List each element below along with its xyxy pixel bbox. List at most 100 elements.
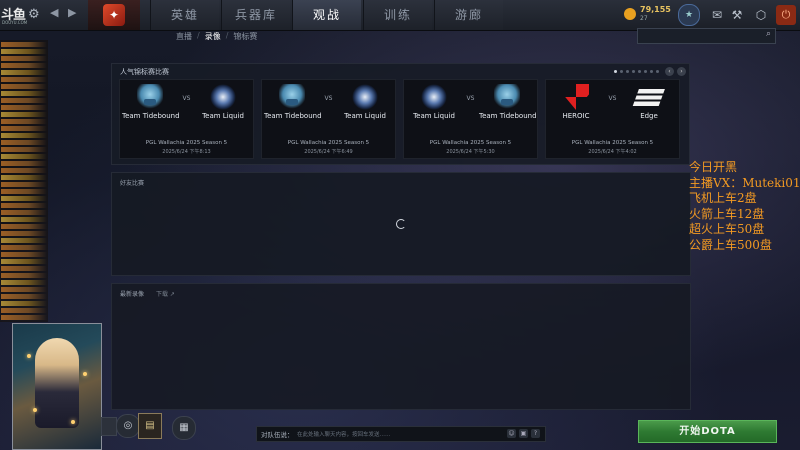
party-slot[interactable] <box>101 417 117 436</box>
team-left: Team Tidebound <box>122 84 180 120</box>
subnav-sep: / <box>197 31 200 40</box>
subnav-live[interactable]: 直播 <box>176 31 192 47</box>
panel-label: 最新录像 <box>120 291 145 298</box>
team-name: Team Tidebound <box>122 112 180 120</box>
top-bar: 斗鱼 DOUYU.COM ⚙ ◀ ▶ ✦ 英雄 兵器库 观战 训练 游廊 79,… <box>0 0 800 31</box>
tab-watch[interactable]: 观战 <box>292 0 361 30</box>
hex-icon[interactable]: ⬡ <box>752 6 770 24</box>
stream-chat-overlay <box>0 40 48 322</box>
team-name: Edge <box>640 112 658 120</box>
tab-armory[interactable]: 兵器库 <box>221 0 290 30</box>
team-right: Team Tidebound <box>479 84 537 120</box>
main-tabs: 英雄 兵器库 观战 训练 游廊 <box>150 0 505 30</box>
dota-logo-icon: ✦ <box>103 4 125 26</box>
carousel-prev-button[interactable]: ‹ <box>665 67 674 76</box>
match-card[interactable]: HEROIC VS Edge PGL Wallachia 2025 Season… <box>545 79 680 159</box>
match-date: 2025/6/24 下午8:13 <box>162 149 211 155</box>
team-name: Team Liquid <box>202 112 244 120</box>
recent-replays-panel: 最新录像 下载 ↗ <box>111 283 691 410</box>
shards-counter[interactable]: 79,155 27 <box>624 4 672 26</box>
match-card[interactable]: Team Liquid VS Team Tidebound PGL Wallac… <box>403 79 538 159</box>
team-name: Team Liquid <box>344 112 386 120</box>
tab-heroes[interactable]: 英雄 <box>150 0 219 30</box>
team-name: HEROIC <box>562 112 590 120</box>
overlay-line: 火箭上车12盘 <box>689 206 765 221</box>
chat-bar: 对队伍说： 在此处输入聊天内容，按回车发送…… ☺ ▣ ? <box>256 426 546 442</box>
league-name: PGL Wallachia 2025 Season 5 <box>145 140 228 146</box>
gear-icon[interactable]: ⚙ <box>28 7 40 22</box>
league-name: PGL Wallachia 2025 Season 5 <box>571 140 654 146</box>
stream-overlay-text: 今日开黑 主播VX：Muteki01 飞机上车2盘 火箭上车12盘 超火上车50… <box>689 160 800 253</box>
team-tidebound-logo-icon <box>279 84 305 110</box>
back-arrow-icon[interactable]: ◀ <box>50 6 58 19</box>
tab-learn[interactable]: 训练 <box>363 0 432 30</box>
subnav-replays[interactable]: 录像 <box>205 31 221 47</box>
team-right: Team Liquid <box>195 84 251 120</box>
download-link[interactable]: 下载 ↗ <box>156 289 175 298</box>
team-left: Team Tidebound <box>264 84 322 120</box>
chat-input[interactable]: 在此处输入聊天内容，按回车发送…… <box>297 430 391 438</box>
chat-channel-label: 对队伍说： <box>261 431 294 439</box>
streamer-avatar-card <box>12 323 102 450</box>
team-liquid-logo-icon <box>352 84 378 110</box>
subnav-sep: / <box>225 31 229 40</box>
shards-value: 79,155 <box>640 5 671 14</box>
search-input[interactable]: ⌕ <box>637 28 776 44</box>
match-card[interactable]: Team Tidebound VS Team Liquid PGL Wallac… <box>119 79 254 159</box>
overlay-line: 飞机上车2盘 <box>689 191 757 205</box>
battle-pass-icon[interactable]: ▤ <box>138 413 162 439</box>
image-icon[interactable]: ▣ <box>519 429 528 438</box>
league-name: PGL Wallachia 2025 Season 5 <box>429 140 512 146</box>
carousel-pager <box>611 70 659 73</box>
mail-icon[interactable]: ✉ <box>708 6 726 24</box>
power-icon[interactable]: ⏻ <box>776 5 796 25</box>
forward-arrow-icon[interactable]: ▶ <box>68 6 76 19</box>
carousel-next-button[interactable]: › <box>677 67 686 76</box>
swirl-icon[interactable]: ◎ <box>116 414 140 438</box>
team-left: Team Liquid <box>406 84 462 120</box>
subnav-tournaments[interactable]: 锦标赛 <box>233 31 257 47</box>
watch-subnav: 直播 / 录像 / 锦标赛 <box>176 31 262 47</box>
help-icon[interactable]: ? <box>531 429 540 438</box>
vs-label: VS <box>608 95 617 102</box>
friends-games-panel: 好友比赛 <box>111 172 691 276</box>
vs-label: VS <box>324 95 333 102</box>
play-dota-button[interactable]: 开始DOTA <box>638 420 777 443</box>
team-tidebound-logo-icon <box>137 84 163 110</box>
douyu-logo-sub: DOUYU.COM <box>2 20 28 25</box>
overlay-line: 主播VX：Muteki01 <box>689 175 800 190</box>
douyu-watermark: 斗鱼 DOUYU.COM <box>0 2 30 28</box>
overlay-line: 超火上车50盘 <box>689 222 765 236</box>
chat-channel-icon[interactable]: ▦ <box>172 416 196 440</box>
match-date: 2025/6/24 下午5:30 <box>446 149 495 155</box>
emoji-icon[interactable]: ☺ <box>507 429 516 438</box>
team-name: Team Liquid <box>413 112 455 120</box>
match-date: 2025/6/24 下午4:02 <box>588 149 637 155</box>
team-tidebound-logo-icon <box>494 84 520 110</box>
overlay-line: 今日开黑 <box>689 160 738 174</box>
match-card[interactable]: Team Tidebound VS Team Liquid PGL Wallac… <box>261 79 396 159</box>
tools-icon[interactable]: ⚒ <box>728 6 746 24</box>
shards-sub: 27 <box>640 15 648 22</box>
featured-title: 人气锦标赛比赛 <box>120 68 169 76</box>
team-left: HEROIC <box>548 84 604 120</box>
team-right: Edge <box>621 84 677 120</box>
anime-character-image <box>35 338 79 428</box>
dota-home-button[interactable]: ✦ <box>88 0 140 30</box>
team-name: Team Tidebound <box>479 112 537 120</box>
overlay-line: 公爵上车500盘 <box>689 237 772 252</box>
vs-label: VS <box>466 95 475 102</box>
search-icon[interactable]: ⌕ <box>766 29 771 39</box>
vs-label: VS <box>182 95 191 102</box>
team-liquid-logo-icon <box>421 84 447 110</box>
team-liquid-logo-icon <box>210 84 236 110</box>
tab-arcade[interactable]: 游廊 <box>434 0 503 30</box>
battle-level-badge[interactable]: ★ <box>678 4 700 26</box>
featured-tournament-matches: 人气锦标赛比赛 ‹ › Team Tidebound VS Team Liqui… <box>111 63 690 165</box>
team-right: Team Liquid <box>337 84 393 120</box>
match-date: 2025/6/24 下午6:49 <box>304 149 353 155</box>
loading-spinner-icon <box>396 219 406 229</box>
team-edge-logo-icon <box>631 84 667 110</box>
shards-icon <box>624 8 636 20</box>
team-heroic-logo-icon <box>563 84 589 110</box>
